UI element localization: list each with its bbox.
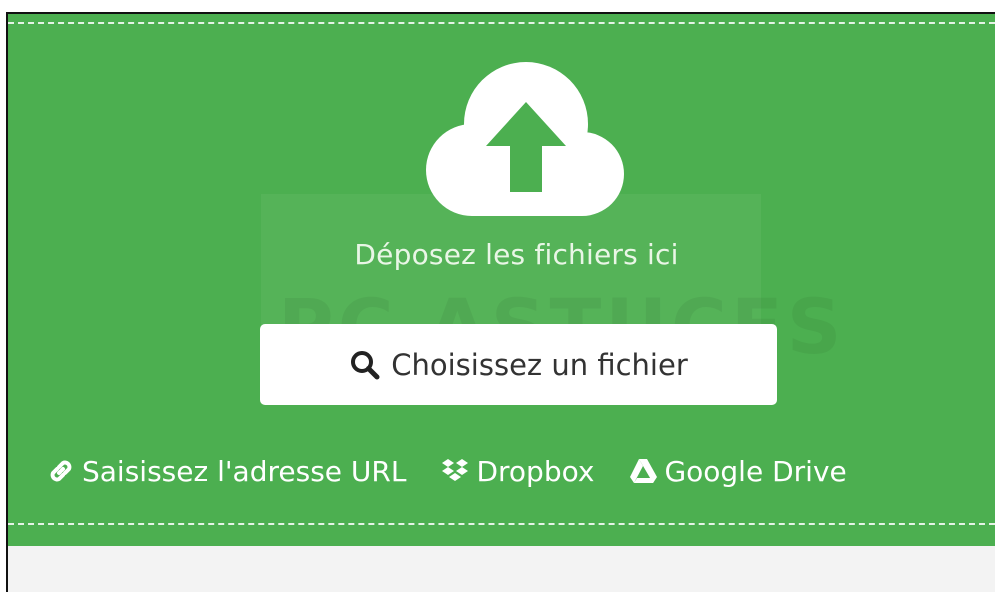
drop-files-text: Déposez les fichiers ici	[354, 238, 679, 271]
search-icon	[351, 350, 380, 379]
google-drive-icon	[630, 459, 658, 483]
dropbox-link[interactable]: Dropbox	[440, 455, 594, 488]
screenshot-frame: PC ASTUCES Déposez les fichiers ici Choi…	[6, 12, 995, 592]
choose-file-label: Choisissez un fichier	[391, 347, 688, 382]
cloud-upload-icon	[426, 62, 624, 216]
google-drive-label: Google Drive	[664, 454, 847, 488]
dropbox-label: Dropbox	[476, 454, 595, 488]
link-icon	[50, 460, 72, 482]
drop-zone-top-border	[8, 22, 995, 24]
enter-url-link[interactable]: Saisissez l'adresse URL	[46, 455, 406, 488]
upload-drop-zone[interactable]: PC ASTUCES Déposez les fichiers ici Choi…	[8, 14, 995, 546]
drop-zone-bottom-border	[8, 523, 995, 525]
google-drive-link[interactable]: Google Drive	[628, 454, 847, 488]
dropbox-icon	[442, 459, 469, 481]
choose-file-button[interactable]: Choisissez un fichier	[260, 324, 777, 405]
enter-url-label: Saisissez l'adresse URL	[82, 454, 407, 488]
upload-sources: Saisissez l'adresse URL Dropbox Google D…	[46, 450, 847, 492]
